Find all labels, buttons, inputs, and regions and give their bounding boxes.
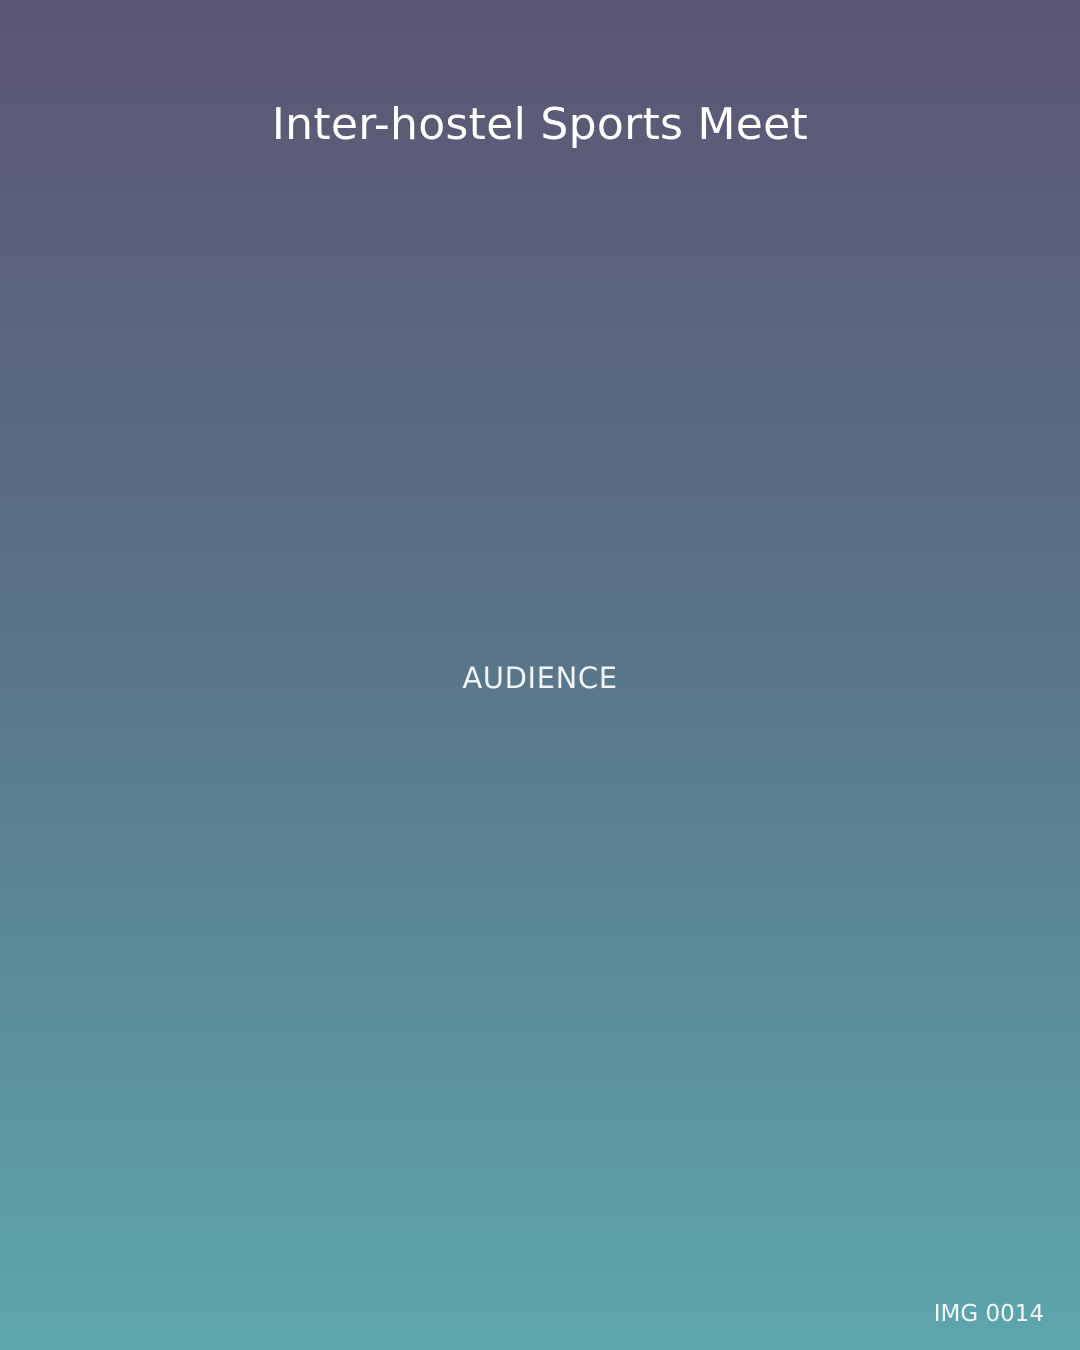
audience-label: AUDIENCE — [462, 661, 618, 695]
photo-placeholder-canvas: Inter-hostel Sports Meet AUDIENCE IMG 00… — [0, 0, 1080, 1350]
image-number-label: IMG 0014 — [933, 1301, 1044, 1327]
event-title: Inter-hostel Sports Meet — [271, 99, 809, 151]
